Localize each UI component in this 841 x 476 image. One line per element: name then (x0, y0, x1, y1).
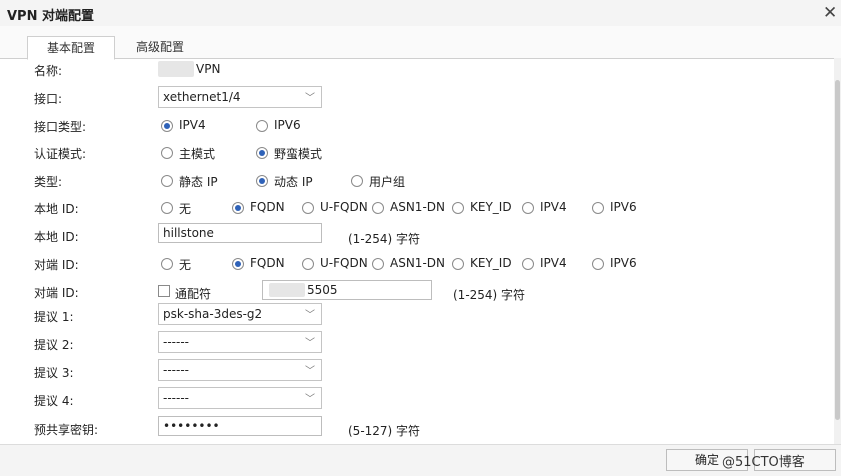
radio-local-fqdn-label: FQDN (250, 200, 285, 214)
radio-ipv6-label: IPV6 (274, 118, 301, 132)
proposal3-label: 提议 3: (34, 366, 74, 380)
type-label: 类型: (34, 175, 63, 189)
radio-local-ipv6[interactable] (592, 202, 604, 214)
name-label: 名称: (34, 64, 63, 78)
radio-local-ufqdn-label: U-FQDN (320, 200, 368, 214)
name-value: VPN (196, 62, 221, 76)
radio-static-ip-label: 静态 IP (179, 175, 218, 189)
radio-user-group[interactable] (351, 175, 363, 187)
radio-static-ip[interactable] (161, 175, 173, 187)
local-id-type-label: 本地 ID: (34, 202, 79, 216)
tab-advanced-config[interactable]: 高级配置 (118, 36, 202, 58)
radio-ipv4[interactable] (161, 120, 173, 132)
radio-user-group-label: 用户组 (369, 175, 406, 189)
local-id-label: 本地 ID: (34, 230, 79, 244)
interface-label: 接口: (34, 92, 63, 106)
dialog-title: VPN 对端配置 (7, 9, 94, 24)
redacted-peer-id (269, 283, 305, 297)
radio-peer-ipv6[interactable] (592, 258, 604, 270)
psk-label: 预共享密钥: (34, 423, 99, 437)
radio-main-mode-label: 主模式 (179, 147, 216, 161)
radio-peer-ipv4-label: IPV4 (540, 256, 567, 270)
radio-peer-fqdn-label: FQDN (250, 256, 285, 270)
radio-ipv6[interactable] (256, 120, 268, 132)
proposal2-select[interactable]: ------ ﹀ (158, 331, 322, 353)
interface-value: xethernet1/4 (163, 90, 241, 104)
proposal1-label: 提议 1: (34, 310, 74, 324)
peer-id-hint: (1-254) 字符 (453, 288, 526, 302)
close-icon[interactable]: ✕ (823, 3, 837, 23)
peer-id-type-label: 对端 ID: (34, 258, 79, 272)
radio-local-ipv4-label: IPV4 (540, 200, 567, 214)
radio-peer-asn1dn-label: ASN1-DN (390, 256, 445, 270)
chevron-down-icon: ﹀ (305, 366, 315, 377)
peer-id-label: 对端 ID: (34, 286, 79, 300)
radio-main-mode[interactable] (161, 147, 173, 159)
radio-peer-keyid[interactable] (452, 258, 464, 270)
psk-hint: (5-127) 字符 (348, 424, 421, 438)
radio-local-keyid-label: KEY_ID (470, 200, 512, 214)
radio-peer-ipv4[interactable] (522, 258, 534, 270)
radio-local-ipv4[interactable] (522, 202, 534, 214)
wildcard-checkbox[interactable] (158, 285, 170, 297)
proposal2-value: ------ (163, 335, 189, 349)
proposal1-select[interactable]: psk-sha-3des-g2 ﹀ (158, 303, 322, 325)
scrollbar-thumb[interactable] (835, 80, 840, 420)
radio-local-asn1dn[interactable] (372, 202, 384, 214)
proposal4-value: ------ (163, 391, 189, 405)
radio-local-keyid[interactable] (452, 202, 464, 214)
watermark: @51CTO博客 (722, 455, 805, 470)
dialog-titlebar (0, 0, 841, 27)
radio-local-none[interactable] (161, 202, 173, 214)
proposal2-label: 提议 2: (34, 338, 74, 352)
radio-local-none-label: 无 (179, 202, 192, 216)
radio-local-asn1dn-label: ASN1-DN (390, 200, 445, 214)
radio-peer-fqdn[interactable] (232, 258, 244, 270)
radio-aggressive-mode-label: 野蛮模式 (274, 147, 323, 161)
chevron-down-icon: ﹀ (305, 310, 315, 321)
proposal4-select[interactable]: ------ ﹀ (158, 387, 322, 409)
radio-dynamic-ip[interactable] (256, 175, 268, 187)
interface-type-label: 接口类型: (34, 120, 87, 134)
radio-peer-ufqdn[interactable] (302, 258, 314, 270)
proposal4-label: 提议 4: (34, 394, 74, 408)
radio-local-ufqdn[interactable] (302, 202, 314, 214)
proposal1-value: psk-sha-3des-g2 (163, 307, 263, 321)
psk-input[interactable]: •••••••• (158, 416, 322, 436)
radio-peer-none[interactable] (161, 258, 173, 270)
radio-ipv4-label: IPV4 (179, 118, 206, 132)
redacted-name (158, 61, 194, 77)
peer-id-input[interactable]: 5505 (262, 280, 432, 300)
peer-id-value: 5505 (307, 283, 338, 297)
radio-local-fqdn[interactable] (232, 202, 244, 214)
chevron-down-icon: ﹀ (305, 394, 315, 405)
chevron-down-icon: ﹀ (305, 338, 315, 349)
interface-select[interactable]: xethernet1/4 ﹀ (158, 86, 322, 108)
radio-peer-ipv6-label: IPV6 (610, 256, 637, 270)
proposal3-value: ------ (163, 363, 189, 377)
radio-peer-asn1dn[interactable] (372, 258, 384, 270)
local-id-hint: (1-254) 字符 (348, 232, 421, 246)
chevron-down-icon: ﹀ (305, 93, 315, 104)
radio-aggressive-mode[interactable] (256, 147, 268, 159)
tab-basic-config[interactable]: 基本配置 (27, 36, 115, 60)
wildcard-label: 通配符 (175, 287, 212, 301)
radio-local-ipv6-label: IPV6 (610, 200, 637, 214)
local-id-input[interactable] (158, 223, 322, 243)
radio-dynamic-ip-label: 动态 IP (274, 175, 313, 189)
radio-peer-ufqdn-label: U-FQDN (320, 256, 368, 270)
psk-value: •••••••• (163, 419, 220, 433)
radio-peer-keyid-label: KEY_ID (470, 256, 512, 270)
proposal3-select[interactable]: ------ ﹀ (158, 359, 322, 381)
auth-mode-label: 认证模式: (34, 147, 87, 161)
radio-peer-none-label: 无 (179, 258, 192, 272)
